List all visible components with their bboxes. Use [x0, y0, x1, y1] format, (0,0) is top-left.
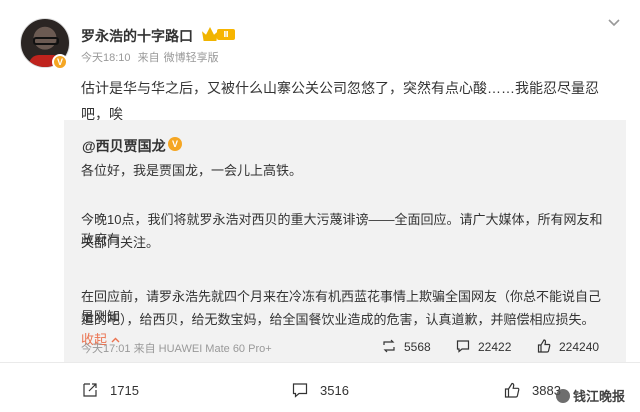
avatar-glasses [33, 37, 59, 45]
repost-button[interactable]: 1715 [82, 382, 139, 398]
verified-badge-icon: V [52, 54, 68, 70]
repost-line-2b: 关部门关注。 [81, 235, 160, 250]
comment-count: 3516 [320, 383, 349, 398]
post-source[interactable]: 微博轻享版 [164, 52, 219, 64]
like-button[interactable]: 3883 [504, 382, 561, 398]
vip-badge[interactable]: Ⅱ [202, 27, 236, 42]
thumb-up-icon [537, 339, 551, 353]
author-name[interactable]: 罗永浩的十字路口 [81, 26, 193, 46]
repost-count: 1715 [110, 383, 139, 398]
repost-like-button[interactable]: 224240 [537, 339, 599, 357]
repost-source[interactable]: HUAWEI Mate 60 Pro+ [159, 343, 272, 355]
repost-icon [83, 383, 97, 397]
comment-icon [292, 383, 308, 398]
repost-line-1: 各位好，我是贾国龙，一会儿上高铁。 [81, 163, 303, 178]
repost-source-prefix: 来自 [133, 343, 156, 355]
comment-button[interactable]: 3516 [292, 382, 349, 398]
thumb-up-icon [504, 382, 520, 398]
post-meta: 今天18:10 来自 微博轻享版 [81, 49, 223, 65]
source-prefix: 来自 [137, 52, 160, 64]
repost-repost-button[interactable]: 5568 [382, 339, 431, 357]
repost-like-count: 224240 [559, 340, 600, 354]
repost-author[interactable]: @西贝贾国龙 [82, 136, 166, 156]
repost-repost-count: 5568 [404, 340, 431, 354]
watermark-logo-icon [556, 389, 570, 403]
repost-verified-icon: V [168, 137, 182, 151]
watermark-text: 钱江晚报 [573, 389, 626, 404]
post-time[interactable]: 今天18:10 [81, 52, 131, 64]
repost-meta: 今天17:01 来自 HUAWEI Mate 60 Pro+ [81, 340, 272, 356]
chevron-down-icon[interactable] [604, 12, 624, 32]
repost-comment-count: 22422 [478, 340, 512, 354]
post-header: V 罗永浩的十字路口 Ⅱ 今天18:10 来自 微博轻享版 [0, 0, 640, 80]
action-bar: 1715 3516 3883 [0, 362, 640, 412]
crown-icon [202, 27, 218, 41]
comment-icon [456, 340, 470, 353]
watermark: 钱江晚报 [556, 386, 625, 405]
repost-line-3b-text: 道的吧），给西贝，给无数宝妈，给全国餐饮业造成的危害，认真道歉，并赔偿相应损失。 [81, 312, 595, 327]
repost-comment-button[interactable]: 22422 [456, 339, 511, 357]
repost-footer: 今天17:01 来自 HUAWEI Mate 60 Pro+ 5568 2242… [64, 334, 626, 362]
repost-icon [383, 339, 395, 353]
vip-level: Ⅱ [217, 29, 235, 40]
repost-time[interactable]: 今天17:01 [81, 343, 131, 355]
